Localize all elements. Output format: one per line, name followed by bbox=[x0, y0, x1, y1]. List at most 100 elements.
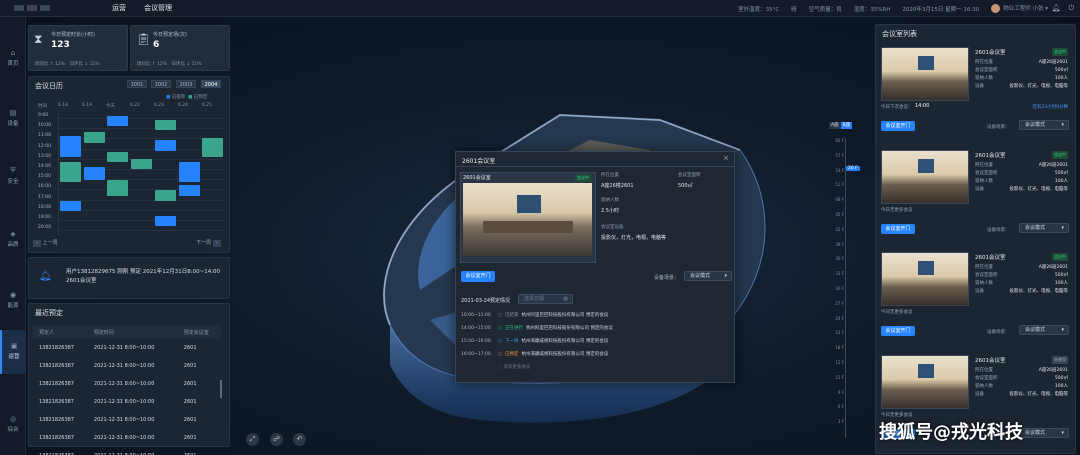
floor-tick-label[interactable]: 36 F bbox=[835, 256, 844, 261]
walk-icon[interactable]: ☍ bbox=[270, 433, 283, 446]
room-card[interactable]: 2601会议室 会议中 所在位置 A座26层2601 会议室面积 500㎡ 容纳人数 100人… bbox=[877, 146, 1074, 244]
floor-tick-label[interactable]: 42 F bbox=[835, 227, 844, 232]
table-row[interactable]: 138218263872021-12-31 8:00~10:002601 bbox=[33, 339, 221, 357]
floor-tick-label[interactable]: 21 F bbox=[835, 330, 844, 335]
table-row[interactable]: 138218263872021-12-31 8:00~10:002601 bbox=[33, 411, 221, 429]
sidenav-device[interactable]: ▤ 设备 bbox=[0, 97, 26, 141]
room-mode-select[interactable]: 会议模式 ▾ bbox=[1019, 120, 1069, 130]
room-field-value: 500㎡ bbox=[1054, 376, 1068, 381]
table-row[interactable]: 138218263872021-12-31 8:00~10:002601 bbox=[33, 357, 221, 375]
room-status-badge: 会议中 bbox=[1052, 48, 1068, 56]
schedule-item[interactable]: 16:00~17:00 ○ 已预定 杭州海康威视科技股份有限公司 预定的会议 bbox=[461, 351, 608, 357]
year-2001[interactable]: 2001 bbox=[127, 80, 147, 88]
sidenav-security[interactable]: ⛨ 安全 bbox=[0, 154, 26, 198]
floor-tick-label[interactable]: 12 F bbox=[835, 375, 844, 380]
year-2003[interactable]: 2003 bbox=[176, 80, 196, 88]
nav-meeting[interactable]: 会议管理 bbox=[144, 3, 172, 13]
calendar-booking-block[interactable] bbox=[107, 180, 129, 196]
room-countdown-link[interactable]: 还有23小时9分钟 bbox=[1032, 104, 1068, 110]
floor-tick-label[interactable]: 3 F bbox=[838, 419, 844, 424]
room-open-door-button[interactable]: 会议室开门 bbox=[881, 224, 915, 234]
calendar-booking-block[interactable] bbox=[178, 185, 200, 196]
floor-tick-label[interactable]: 45 F bbox=[835, 212, 844, 217]
room-open-door-button[interactable]: 会议室开门 bbox=[881, 121, 915, 131]
sidenav-home[interactable]: ⌂ 首页 bbox=[0, 37, 26, 81]
mode-select[interactable]: 会议模式 ▾ bbox=[684, 271, 732, 281]
floor-tick-label[interactable]: 39 F bbox=[835, 242, 844, 247]
calendar-booking-block[interactable] bbox=[60, 161, 81, 183]
next-week-button[interactable]: 下一周 › bbox=[196, 239, 221, 247]
room-card[interactable]: 2601会议室 会议中 所在位置 A座26层2601 会议室面积 500㎡ 容纳人数 100人… bbox=[877, 43, 1074, 141]
room-mode-select[interactable]: 会议模式 ▾ bbox=[1019, 325, 1069, 335]
user-menu[interactable]: 物业工程师 小张 ▾ bbox=[991, 4, 1048, 13]
nav-ops[interactable]: 运营 bbox=[112, 3, 126, 13]
power-icon[interactable]: ⏻ bbox=[1068, 4, 1074, 13]
schedule-item[interactable]: 15:00~16:00 ○ 下一场 杭州海康威视科技股份有限公司 预定的会议 bbox=[461, 338, 608, 344]
tab-building-a[interactable]: A座 bbox=[829, 122, 841, 129]
fullscreen-icon[interactable]: ⤢ bbox=[246, 433, 259, 446]
floor-tick-label[interactable]: 24 F bbox=[835, 316, 844, 321]
calendar-booking-block[interactable] bbox=[154, 120, 176, 131]
room-equip-value: 投影仪、灯光、电视、电脑等 bbox=[1009, 289, 1069, 294]
calendar-booking-block[interactable] bbox=[83, 132, 105, 143]
floor-tick-label[interactable]: 27 F bbox=[835, 301, 844, 306]
floor-tick-label[interactable]: 48 F bbox=[835, 197, 844, 202]
year-2004[interactable]: 2004 bbox=[201, 80, 221, 88]
side-nav: ⌂ 首页 ▤ 设备 ⛨ 安全 ◈ 品质 ◉ 能源 ▣ 运营 ◎ 综合 bbox=[0, 17, 26, 455]
calendar-booking-block[interactable] bbox=[83, 167, 105, 181]
room-mode-select[interactable]: 会议模式 ▾ bbox=[1019, 428, 1069, 438]
calendar-booking-block[interactable] bbox=[107, 151, 129, 162]
sidenav-ops[interactable]: ▣ 运营 bbox=[0, 330, 26, 374]
room-field-label: 所在位置 bbox=[975, 60, 993, 65]
floor-tick-label[interactable]: 15 F bbox=[835, 360, 844, 365]
current-floor-marker[interactable]: 26 F bbox=[846, 166, 860, 171]
sidenav-quality[interactable]: ◈ 品质 bbox=[0, 218, 26, 262]
date-picker[interactable]: 选择日期 ▦ bbox=[518, 294, 573, 304]
sidenav-general[interactable]: ◎ 综合 bbox=[0, 403, 26, 447]
floor-tick-label[interactable]: 33 F bbox=[835, 271, 844, 276]
floor-tick-label[interactable]: 57 F bbox=[835, 153, 844, 158]
recent-scrollbar[interactable] bbox=[220, 380, 222, 398]
equipment-value: 投影仪，灯光，电视，电脑等 bbox=[601, 235, 667, 241]
room-field-label: 容纳人数 bbox=[975, 76, 993, 81]
room-card[interactable]: 2601会议室 会议中 所在位置 A座26层2601 会议室面积 500㎡ 容纳人数 100人… bbox=[877, 248, 1074, 346]
table-row[interactable]: 138218263872021-12-31 8:00~10:002601 bbox=[33, 429, 221, 447]
year-2002[interactable]: 2002 bbox=[151, 80, 171, 88]
bell-icon[interactable]: 🔔︎ bbox=[1052, 4, 1061, 13]
calendar-booking-block[interactable] bbox=[60, 200, 81, 211]
calendar-gridline bbox=[59, 220, 225, 221]
floor-tick-label[interactable]: 30 F bbox=[835, 286, 844, 291]
calendar-booking-block[interactable] bbox=[60, 136, 81, 157]
floor-tick-label[interactable]: 51 F bbox=[835, 182, 844, 187]
close-icon[interactable]: × bbox=[723, 154, 729, 162]
room-open-door-button[interactable]: 会议室开门 bbox=[881, 326, 915, 336]
calendar-booking-block[interactable] bbox=[178, 161, 200, 183]
calendar-booking-block[interactable] bbox=[202, 138, 224, 157]
floor-tick-label[interactable]: 54 F bbox=[835, 168, 844, 173]
prev-week-button[interactable]: ‹ 上一周 bbox=[33, 239, 58, 247]
stat-value: 6 bbox=[153, 40, 160, 50]
schedule-item[interactable]: 10:00~11:00 ○ 已结束 杭州阿里巴巴科技股份有限公司 预定的会议 bbox=[461, 312, 608, 318]
table-row[interactable]: 138218263872021-12-31 8:00~10:002601 bbox=[33, 447, 221, 455]
calendar-booking-block[interactable] bbox=[107, 116, 129, 127]
floor-tick-label[interactable]: 18 F bbox=[835, 345, 844, 350]
floor-tick-label[interactable]: 60 F bbox=[835, 138, 844, 143]
sidenav-energy[interactable]: ◉ 能源 bbox=[0, 279, 26, 323]
calendar-booking-block[interactable] bbox=[131, 158, 153, 170]
location-value: A座26楼2601 bbox=[601, 183, 634, 189]
quality-icon: ◈ bbox=[10, 230, 16, 238]
floor-tick-label[interactable]: 6 F bbox=[838, 404, 844, 409]
no-more-meetings: ○ 没有更多会议 bbox=[498, 365, 531, 370]
table-row[interactable]: 138218263872021-12-31 8:00~10:002601 bbox=[33, 375, 221, 393]
calendar-booking-block[interactable] bbox=[154, 190, 176, 201]
back-icon[interactable]: ↶ bbox=[293, 433, 306, 446]
tab-building-b[interactable]: B座 bbox=[840, 122, 853, 129]
calendar-booking-block[interactable] bbox=[154, 140, 176, 151]
open-door-button[interactable]: 会议室开门 bbox=[461, 271, 495, 282]
calendar-booking-block[interactable] bbox=[154, 215, 176, 227]
schedule-item[interactable]: 14:00~15:00 ○ 正在进行 杭州阿里巴巴科技股份有限公司 预定的会议 bbox=[461, 325, 613, 331]
table-cell: 2601 bbox=[183, 417, 197, 423]
floor-tick-label[interactable]: 9 F bbox=[838, 390, 844, 395]
table-row[interactable]: 138218263872021-12-31 8:00~10:002601 bbox=[33, 393, 221, 411]
room-mode-select[interactable]: 会议模式 ▾ bbox=[1019, 223, 1069, 233]
